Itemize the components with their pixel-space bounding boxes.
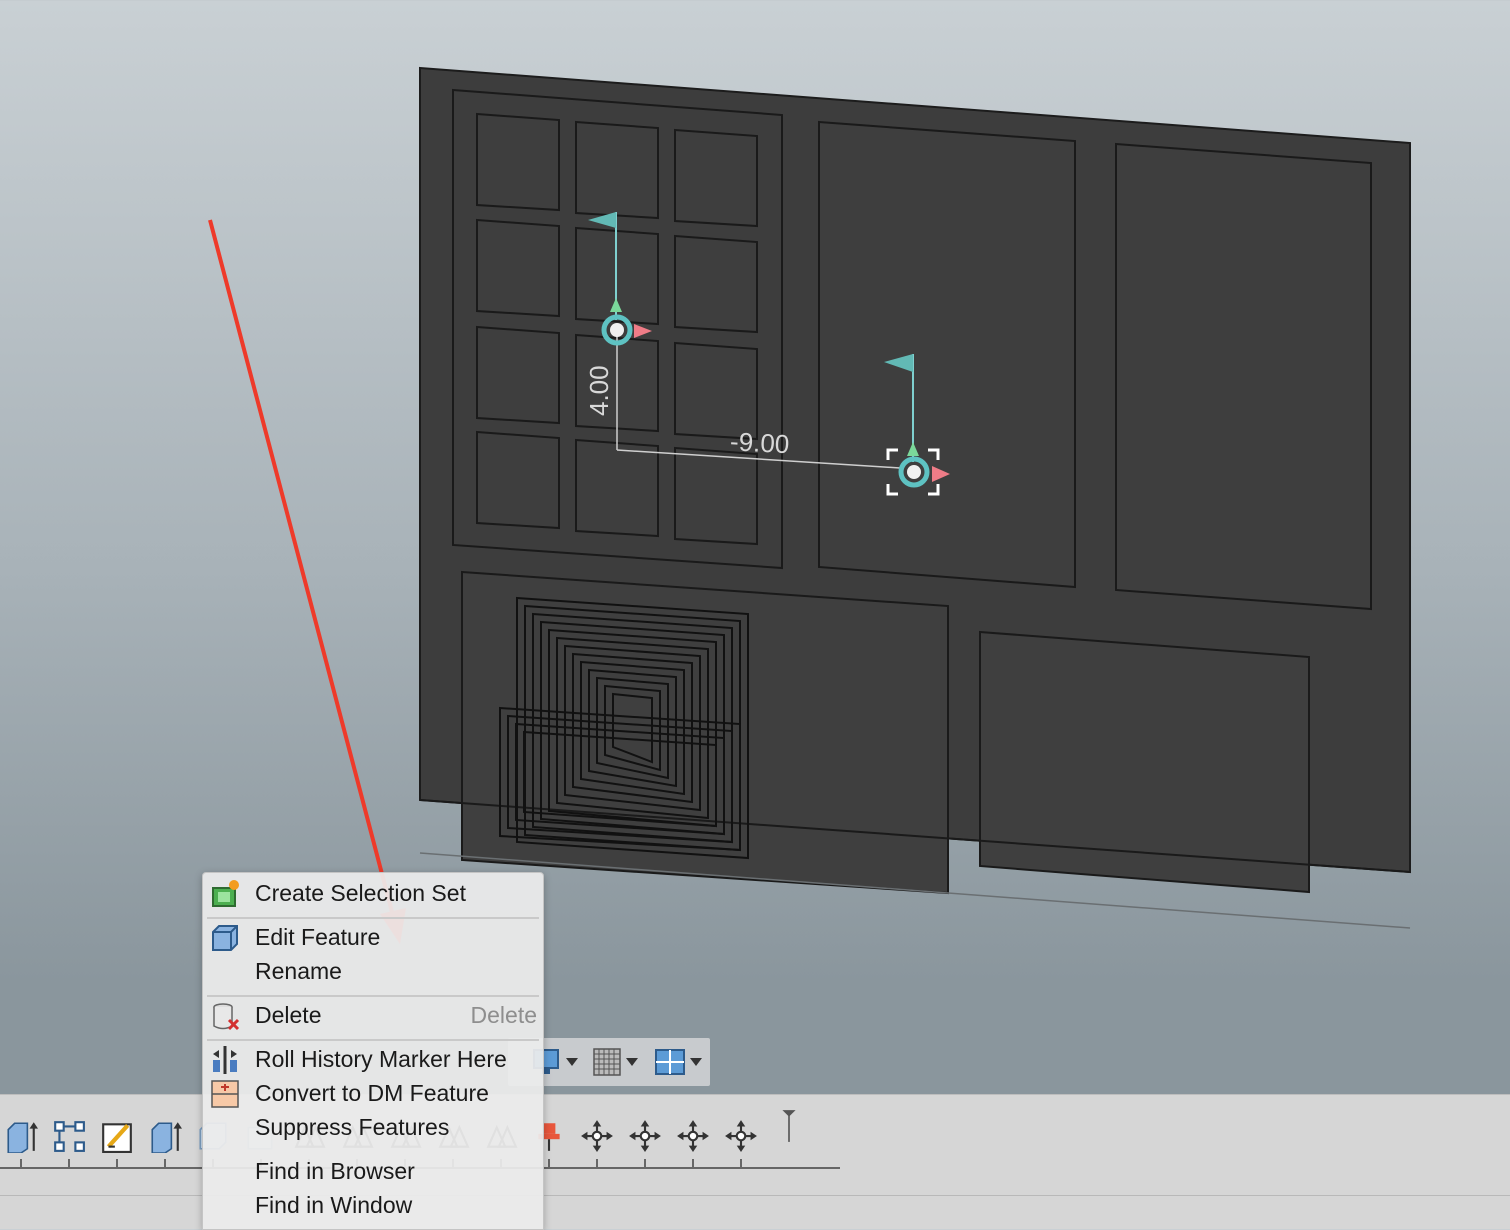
menu-item-label: Convert to DM Feature (255, 1080, 489, 1106)
menu-item-roll-history-marker[interactable]: Roll History Marker Here (203, 1043, 543, 1077)
extrude-icon (151, 1122, 182, 1154)
history-marker-icon (782, 1110, 796, 1142)
grid-button[interactable] (592, 1046, 648, 1078)
timeline-tick (68, 1159, 70, 1169)
menu-separator (207, 917, 539, 919)
menu-item-label: Find in Window (255, 1192, 413, 1218)
menu-separator (207, 1039, 539, 1041)
roll-history-icon (213, 1046, 237, 1074)
menu-item-create-selection-set[interactable]: Create Selection Set (203, 877, 543, 911)
menu-separator (207, 995, 539, 997)
move-icon (725, 1120, 757, 1152)
menu-item-label: Rename (255, 958, 342, 984)
timeline-feature[interactable] (100, 1119, 134, 1153)
layout-button[interactable] (654, 1046, 710, 1078)
menu-item-label: Create Selection Set (255, 880, 466, 906)
pattern-icon (54, 1121, 85, 1152)
timeline-feature[interactable] (676, 1119, 710, 1153)
timeline-feature[interactable] (148, 1119, 182, 1154)
menu-item-rename[interactable]: Rename (203, 955, 543, 989)
timeline-tick (20, 1159, 22, 1169)
timeline-tick (164, 1159, 166, 1169)
timeline-tick (548, 1159, 550, 1169)
move-icon (581, 1120, 613, 1152)
layout-icon (655, 1049, 702, 1075)
menu-item-label: Edit Feature (255, 924, 381, 950)
menu-item-label: Suppress Features (255, 1114, 450, 1140)
menu-item-shortcut: Delete (470, 1002, 537, 1028)
timeline-feature[interactable] (4, 1119, 38, 1154)
timeline-feature[interactable] (772, 1109, 806, 1173)
menu-item-find-in-window[interactable]: Find in Window (203, 1189, 543, 1223)
menu-item-label: Roll History Marker Here (255, 1046, 507, 1072)
menu-item-label: Find in Browser (255, 1158, 415, 1184)
timeline-feature[interactable] (628, 1119, 662, 1153)
timeline-tick (116, 1159, 118, 1169)
menu-item-label: Delete (255, 1002, 322, 1028)
dimension-vertical[interactable]: 4.00 (584, 365, 614, 416)
menu-item-suppress-features[interactable]: Suppress Features (203, 1111, 543, 1145)
move-icon (677, 1120, 709, 1152)
sketch-icon (102, 1123, 132, 1153)
menu-item-edit-feature[interactable]: Edit Feature (203, 921, 543, 955)
timeline-tick (644, 1159, 646, 1169)
annotation-arrow (208, 219, 406, 944)
timeline-tick (692, 1159, 694, 1169)
right-pocket (1115, 142, 1372, 611)
move-icon (629, 1120, 661, 1152)
dimension-horizontal[interactable]: -9.00 (729, 426, 790, 459)
edit-feature-icon (212, 925, 238, 951)
menu-item-delete[interactable]: Delete Delete (203, 999, 543, 1033)
menu-item-find-in-browser[interactable]: Find in Browser (203, 1155, 543, 1189)
timeline-tick (740, 1159, 742, 1169)
selection-set-icon (212, 880, 239, 907)
timeline-feature[interactable] (724, 1119, 758, 1153)
extrude-icon (7, 1122, 38, 1154)
timeline-tick (596, 1159, 598, 1169)
delete-icon (213, 1003, 240, 1031)
context-menu: Create Selection Set Edit Feature Rename… (202, 872, 544, 1230)
timeline-feature[interactable] (580, 1119, 614, 1153)
menu-item-convert-dm[interactable]: Convert to DM Feature (203, 1077, 543, 1111)
middle-pocket (818, 120, 1076, 589)
convert-dm-icon (211, 1080, 239, 1108)
timeline-feature[interactable] (52, 1119, 86, 1153)
grid-icon (593, 1048, 638, 1076)
